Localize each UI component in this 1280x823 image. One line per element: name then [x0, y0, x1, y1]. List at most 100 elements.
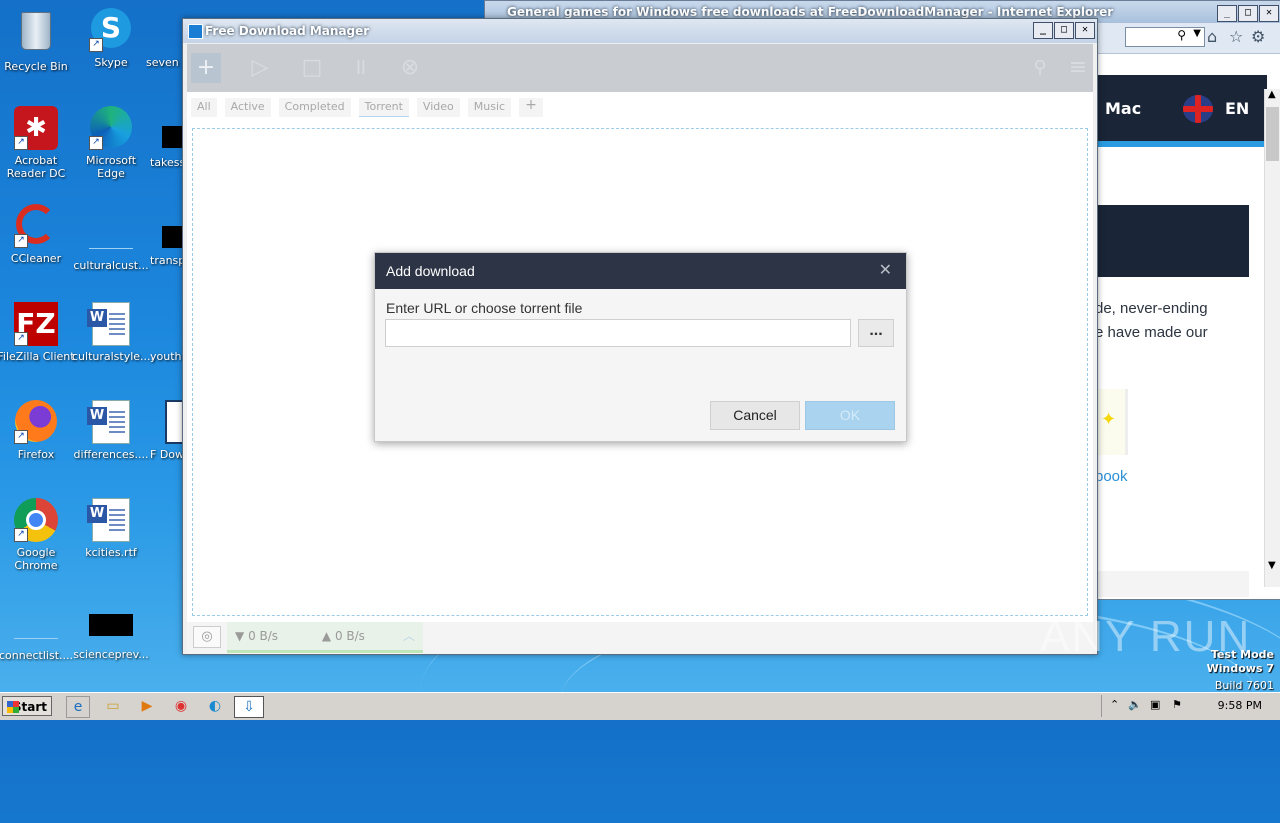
- volume-icon[interactable]: 🔈: [1128, 698, 1142, 711]
- desktop-icon-culturalstyle[interactable]: culturalstyle....: [72, 302, 154, 363]
- fdm-toolbar: + ▷ □ ॥ ⊗ ⚲ ≡: [187, 44, 1093, 92]
- minimize-button[interactable]: _: [1033, 22, 1053, 39]
- flag-icon[interactable]: ⚑: [1172, 698, 1182, 711]
- desktop-icon-label: Skype: [94, 56, 128, 69]
- menu-icon[interactable]: ≡: [1063, 53, 1093, 83]
- skype-icon: S ↗: [89, 8, 133, 52]
- scroll-down-icon[interactable]: ▼: [1268, 560, 1276, 571]
- desktop-icon-differences[interactable]: differences....: [72, 400, 150, 461]
- desktop-icon-skype[interactable]: S ↗ Skype: [72, 8, 150, 69]
- desktop-icon-youth[interactable]: youth: [150, 302, 186, 363]
- tab-music[interactable]: Music: [467, 98, 512, 117]
- desktop-icon-takess[interactable]: takess: [150, 106, 186, 169]
- vertical-scrollbar[interactable]: ▲ ▼: [1264, 89, 1280, 587]
- url-input[interactable]: [385, 319, 851, 347]
- build-text: Build 7601: [1214, 679, 1274, 692]
- scroll-thumb[interactable]: [1266, 107, 1279, 161]
- favorites-star-icon[interactable]: ☆: [1229, 27, 1243, 46]
- edge-taskbar-icon[interactable]: ◐: [204, 696, 226, 716]
- desktop-icon-label: culturalstyle....: [72, 350, 155, 363]
- file-thumbnail-icon: [89, 614, 133, 636]
- file-icon: [153, 302, 183, 346]
- gear-icon[interactable]: ⚙: [1251, 27, 1265, 46]
- fdm-taskbar-icon[interactable]: ⇩: [234, 696, 264, 718]
- site-header: Mac EN: [1097, 75, 1267, 141]
- desktop-icon-seven[interactable]: seven: [146, 8, 186, 69]
- desktop-icon-firefox[interactable]: ↗ Firefox: [0, 400, 75, 461]
- desktop-icon-label: takess: [150, 156, 186, 169]
- explorer-taskbar-icon[interactable]: ▭: [102, 696, 124, 716]
- add-download-dialog[interactable]: Add download ✕ Enter URL or choose torre…: [374, 252, 907, 442]
- cancel-button[interactable]: Cancel: [710, 401, 800, 430]
- delete-icon[interactable]: ⊗: [395, 53, 425, 83]
- tab-active[interactable]: Active: [224, 98, 271, 117]
- file-thumbnail-icon: [89, 224, 133, 249]
- desktop-icon-fdm[interactable]: F Dow: [150, 400, 187, 461]
- desktop-icon-label: Microsoft Edge: [85, 154, 137, 180]
- tab-all[interactable]: All: [191, 98, 217, 117]
- tab-video[interactable]: Video: [416, 98, 460, 117]
- taskbar: Start e ▭ ▶ ◉ ◐ ⇩ ⌃ 🔈 ▣ ⚑ 9:58 PM: [0, 692, 1280, 720]
- desktop-icon-edge[interactable]: ↗ Microsoft Edge: [72, 106, 150, 180]
- add-tab-button[interactable]: +: [519, 98, 543, 117]
- home-icon[interactable]: ⌂: [1207, 27, 1217, 46]
- filter-tabs: All Active Completed Torrent Video Music…: [191, 98, 543, 117]
- ok-button[interactable]: OK: [805, 401, 895, 430]
- close-button[interactable]: ✕: [1075, 22, 1095, 39]
- desktop-icon-scienceprev[interactable]: scienceprev...: [72, 604, 150, 661]
- browse-torrent-button[interactable]: ...: [858, 319, 894, 347]
- fdm-title-bar[interactable]: Free Download Manager _ □ ✕: [183, 19, 1097, 43]
- content-banner: [1097, 205, 1249, 277]
- pause-icon[interactable]: ॥: [345, 53, 375, 83]
- desktop-icon-connectlist[interactable]: connectlist....: [0, 604, 75, 662]
- snail-icon[interactable]: ◎: [193, 626, 221, 648]
- desktop-icon-acrobat[interactable]: ✱ ↗ Acrobat Reader DC: [0, 106, 75, 180]
- desktop-icon-label: CCleaner: [10, 252, 62, 265]
- start-button[interactable]: Start: [2, 696, 52, 716]
- network-icon[interactable]: ▣: [1150, 698, 1160, 711]
- ie-taskbar-icon[interactable]: e: [66, 696, 90, 718]
- search-icon[interactable]: ⚲: [1025, 53, 1055, 83]
- desktop-icon-ccleaner[interactable]: ↗ CCleaner: [0, 204, 75, 265]
- maximize-button[interactable]: □: [1054, 22, 1074, 39]
- minimize-button[interactable]: _: [1217, 5, 1237, 22]
- tab-completed[interactable]: Completed: [278, 98, 351, 117]
- chevron-up-icon[interactable]: ︿: [403, 622, 415, 650]
- add-download-button[interactable]: +: [191, 53, 221, 83]
- filezilla-icon: FZ ↗: [14, 302, 58, 346]
- windows-version-text: Windows 7: [1206, 662, 1274, 675]
- close-icon[interactable]: ✕: [879, 253, 892, 289]
- upload-speed: 0 B/s: [334, 629, 365, 643]
- close-button[interactable]: ✕: [1259, 5, 1279, 22]
- nav-language[interactable]: EN: [1225, 99, 1249, 118]
- desktop-icon-culturalcust[interactable]: culturalcust...: [72, 204, 150, 272]
- desktop-icon-kcities[interactable]: kcities.rtf: [72, 498, 150, 559]
- desktop-icon-label: culturalcust...: [73, 259, 149, 272]
- facebook-link[interactable]: book: [1095, 468, 1128, 485]
- edge-icon: ↗: [89, 106, 133, 150]
- word-document-icon: [87, 400, 133, 444]
- desktop-icon-label: kcities.rtf: [85, 546, 137, 559]
- dialog-header[interactable]: Add download ✕: [375, 253, 906, 289]
- file-icon: [151, 8, 181, 52]
- tab-torrent[interactable]: Torrent: [358, 98, 409, 117]
- nav-mac[interactable]: Mac: [1105, 99, 1141, 118]
- chrome-icon: ↗: [14, 498, 58, 542]
- page-text-line: de, never-ending: [1095, 300, 1208, 317]
- fdm-icon: [153, 400, 187, 444]
- clock[interactable]: 9:58 PM: [1218, 699, 1262, 712]
- chevron-up-icon[interactable]: ⌃: [1110, 698, 1119, 711]
- desktop-icon-label: Acrobat Reader DC: [6, 154, 66, 180]
- address-bar[interactable]: ⚲ ▼: [1125, 27, 1205, 47]
- desktop-icon-filezilla[interactable]: FZ ↗ FileZilla Client: [0, 302, 75, 363]
- play-icon[interactable]: ▷: [245, 53, 275, 83]
- desktop-icon-recycle-bin[interactable]: Recycle Bin: [0, 8, 75, 73]
- desktop-icon-transp[interactable]: transp: [150, 204, 186, 267]
- desktop-icon-chrome[interactable]: ↗ Google Chrome: [0, 498, 75, 572]
- scroll-up-icon[interactable]: ▲: [1268, 89, 1276, 100]
- facebook-icon: ✦: [1097, 389, 1128, 455]
- chrome-taskbar-icon[interactable]: ◉: [170, 696, 192, 716]
- maximize-button[interactable]: □: [1238, 5, 1258, 22]
- media-player-taskbar-icon[interactable]: ▶: [136, 696, 158, 716]
- stop-icon[interactable]: □: [297, 53, 327, 83]
